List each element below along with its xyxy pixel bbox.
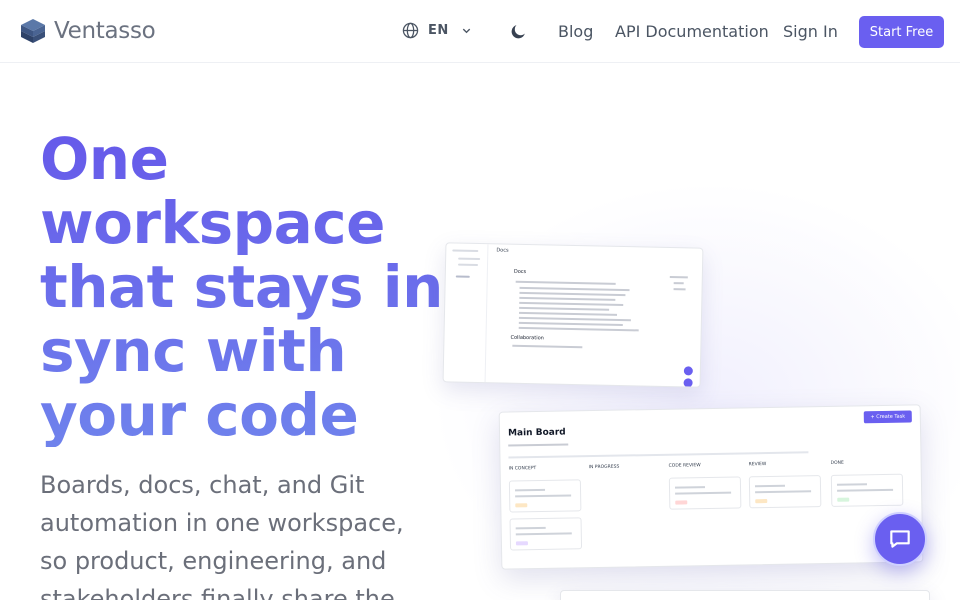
- board-column-header: CODE REVIEW: [668, 463, 701, 469]
- docs-preview-sidebar: [443, 243, 489, 383]
- board-column-header: IN CONCEPT: [508, 466, 537, 472]
- moon-icon: [511, 25, 525, 39]
- brand-name: Ventasso: [54, 18, 156, 44]
- nav-link-sign-in[interactable]: Sign In: [783, 22, 838, 41]
- hero-title-line: that stays in: [40, 253, 443, 321]
- nav-link-api-documentation[interactable]: API Documentation: [615, 22, 769, 41]
- board-column: IN CONCEPT: [509, 465, 589, 566]
- chat-widget-button[interactable]: [873, 512, 927, 566]
- docs-preview-heading: Docs: [513, 268, 527, 276]
- hero-subtitle-line: Boards, docs, chat, and Git: [40, 471, 365, 499]
- hero-subtitle-line: so product, engineering, and: [40, 547, 387, 575]
- logo-layers-icon: [21, 19, 45, 43]
- chevron-down-icon: [462, 28, 470, 34]
- board-column: CODE REVIEW: [669, 462, 749, 563]
- hero-subtitle-line: automation in one workspace,: [40, 509, 404, 537]
- board-column-header: DONE: [830, 460, 844, 466]
- theme-toggle[interactable]: [509, 22, 528, 45]
- hero-title-line: One: [40, 125, 169, 193]
- globe-icon: [402, 22, 419, 39]
- board-column-header: REVIEW: [748, 462, 767, 468]
- language-label: EN: [428, 23, 449, 38]
- language-selector[interactable]: EN: [402, 22, 472, 39]
- chat-bubble-icon: [890, 530, 910, 548]
- docs-preview-page-title: Docs: [496, 247, 509, 254]
- board-column-header: IN PROGRESS: [588, 464, 620, 471]
- top-navigation: Ventasso EN Blog API Documentation Sign …: [0, 0, 960, 63]
- docs-preview-section-heading: Collaboration: [510, 334, 544, 342]
- secondary-preview-screenshot: [560, 590, 930, 600]
- start-free-button[interactable]: Start Free: [859, 16, 944, 48]
- hero-title: One workspace that stays in sync with yo…: [40, 127, 460, 447]
- board-preview-create-button: + Create Task: [863, 410, 912, 424]
- nav-link-blog[interactable]: Blog: [558, 22, 593, 41]
- board-preview-screenshot: Main Board + Create Task IN CONCEPT IN P…: [498, 404, 924, 570]
- board-preview-title: Main Board: [507, 427, 566, 439]
- docs-preview-screenshot: Docs Docs Collaboration: [442, 242, 704, 388]
- hero-title-line: sync with: [40, 317, 347, 385]
- hero-subtitle: Boards, docs, chat, and Git automation i…: [40, 466, 440, 600]
- hero-subtitle-line: stakeholders finally share the: [40, 585, 395, 600]
- hero-title-line: your code: [40, 381, 359, 449]
- hero-title-line: workspace: [40, 189, 386, 257]
- brand-logo[interactable]: Ventasso: [20, 17, 156, 45]
- board-column: REVIEW: [749, 461, 829, 562]
- board-column: IN PROGRESS: [589, 464, 669, 565]
